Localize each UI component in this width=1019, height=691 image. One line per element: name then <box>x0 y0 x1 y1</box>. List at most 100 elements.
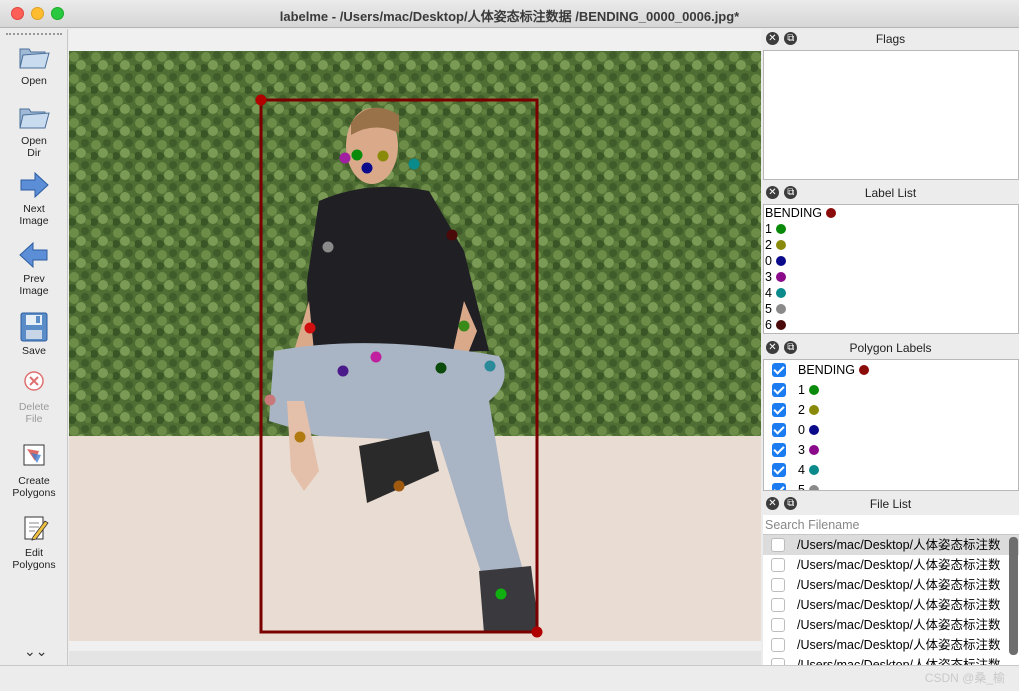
polygon-labels-list[interactable]: BENDING 1 2 0 3 4 5 <box>763 359 1019 491</box>
prev-image-button[interactable]: Prev Image <box>0 239 68 297</box>
file-list-scrollbar[interactable] <box>1009 537 1018 655</box>
dock-close-icon[interactable]: ✕ <box>766 32 779 45</box>
file-checkbox[interactable] <box>771 538 785 552</box>
keypoint-0[interactable] <box>361 162 373 174</box>
file-list-item[interactable]: /Users/mac/Desktop/人体姿态标注数 <box>763 655 1019 665</box>
polygon-label-item[interactable]: BENDING <box>764 360 1018 380</box>
polygon-color-dot-icon <box>808 425 819 435</box>
polygon-visibility-checkbox[interactable] <box>772 363 786 377</box>
polygon-visibility-checkbox[interactable] <box>772 443 786 457</box>
label-list-item[interactable]: 0 <box>764 253 1018 269</box>
app-window: labelme - /Users/mac/Desktop/人体姿态标注数据 /B… <box>0 0 1019 691</box>
polygon-label-item[interactable]: 2 <box>764 400 1018 420</box>
flags-dock-header: ✕ ⧉ Flags <box>762 29 1019 49</box>
bbox-corner-handle[interactable] <box>531 626 543 638</box>
dock-float-icon[interactable]: ⧉ <box>784 32 798 45</box>
image-canvas[interactable] <box>69 29 761 665</box>
save-button[interactable]: Save <box>0 311 68 357</box>
label-list-item-text: 1 <box>765 222 772 236</box>
folder-open-icon <box>19 48 50 69</box>
keypoint-1[interactable] <box>351 149 363 161</box>
label-list-item[interactable]: 6 <box>764 317 1018 333</box>
delete-file-button[interactable]: Delete File <box>0 367 68 425</box>
label-list-item[interactable]: 5 <box>764 301 1018 317</box>
floppy-disk-icon <box>20 312 48 342</box>
toolbar-grip[interactable] <box>6 33 62 36</box>
label-list-item[interactable]: BENDING <box>764 205 1018 221</box>
polygon-label-item[interactable]: 0 <box>764 420 1018 440</box>
file-list-item[interactable]: /Users/mac/Desktop/人体姿态标注数 <box>763 635 1019 655</box>
keypoint-4[interactable] <box>408 158 420 170</box>
polygon-visibility-checkbox[interactable] <box>772 383 786 397</box>
keypoint-10[interactable] <box>370 351 382 363</box>
polygon-color-dot-icon <box>808 445 819 455</box>
polygon-visibility-checkbox[interactable] <box>772 423 786 437</box>
file-checkbox[interactable] <box>771 618 785 632</box>
polygon-visibility-checkbox[interactable] <box>772 463 786 477</box>
file-list-item[interactable]: /Users/mac/Desktop/人体姿态标注数 <box>763 595 1019 615</box>
file-checkbox[interactable] <box>771 638 785 652</box>
label-list-item[interactable]: 1 <box>764 221 1018 237</box>
polygon-visibility-checkbox[interactable] <box>772 403 786 417</box>
label-list[interactable]: BENDING 1 2 0 3 4 5 6 <box>763 204 1019 334</box>
dock-float-icon[interactable]: ⧉ <box>784 186 798 199</box>
file-list-item[interactable]: /Users/mac/Desktop/人体姿态标注数 <box>763 555 1019 575</box>
search-filename-input[interactable] <box>763 515 1019 535</box>
label-list-item-text: 0 <box>765 254 772 268</box>
keypoint-13[interactable] <box>264 394 276 406</box>
polygon-label-text: 1 <box>798 380 819 400</box>
create-polygons-button[interactable]: Create Polygons <box>0 441 68 499</box>
dock-close-icon[interactable]: ✕ <box>766 186 779 199</box>
toolbar-more-icon[interactable]: ⌄⌄ <box>24 643 47 660</box>
annotated-photo[interactable] <box>69 51 761 641</box>
edit-polygons-button[interactable]: Edit Polygons <box>0 513 68 571</box>
label-list-item-text: 6 <box>765 318 772 332</box>
edit-label-1: Edit <box>24 547 44 559</box>
file-list-item[interactable]: /Users/mac/Desktop/人体姿态标注数 <box>763 535 1019 555</box>
polygon-visibility-checkbox[interactable] <box>772 483 786 490</box>
file-path-text: /Users/mac/Desktop/人体姿态标注数 <box>797 598 1001 612</box>
label-list-item[interactable]: 2 <box>764 237 1018 253</box>
label-color-dot-icon <box>775 256 786 266</box>
file-checkbox[interactable] <box>771 598 785 612</box>
dock-float-icon[interactable]: ⧉ <box>784 497 798 510</box>
flags-list[interactable] <box>763 50 1019 180</box>
label-list-item[interactable]: 4 <box>764 285 1018 301</box>
polygon-label-item[interactable]: 1 <box>764 380 1018 400</box>
polygon-label-item[interactable]: 5 <box>764 480 1018 490</box>
keypoint-9[interactable] <box>337 365 349 377</box>
open-dir-button[interactable]: Open Dir <box>0 101 68 159</box>
keypoint-11[interactable] <box>435 362 447 374</box>
keypoint-7[interactable] <box>304 322 316 334</box>
polygon-color-dot-icon <box>808 405 819 415</box>
open-button[interactable]: Open <box>0 41 68 87</box>
keypoint-6[interactable] <box>446 229 458 241</box>
file-checkbox[interactable] <box>771 578 785 592</box>
keypoint-8[interactable] <box>458 320 470 332</box>
keypoint-14[interactable] <box>294 431 306 443</box>
file-checkbox[interactable] <box>771 658 785 665</box>
keypoint-12[interactable] <box>484 360 496 372</box>
open-label: Open <box>21 75 47 87</box>
label-list-item[interactable]: 3 <box>764 269 1018 285</box>
keypoint-15[interactable] <box>393 480 405 492</box>
dock-close-icon[interactable]: ✕ <box>766 497 779 510</box>
bbox-corner-handle[interactable] <box>255 94 267 106</box>
file-checkbox[interactable] <box>771 558 785 572</box>
file-path-text: /Users/mac/Desktop/人体姿态标注数 <box>797 638 1001 652</box>
canvas-horizontal-scrollbar[interactable] <box>69 651 761 665</box>
dock-float-icon[interactable]: ⧉ <box>784 341 798 354</box>
next-image-button[interactable]: Next Image <box>0 169 68 227</box>
dock-close-icon[interactable]: ✕ <box>766 341 779 354</box>
keypoint-3[interactable] <box>339 152 351 164</box>
keypoint-16[interactable] <box>495 588 507 600</box>
file-list-item[interactable]: /Users/mac/Desktop/人体姿态标注数 <box>763 615 1019 635</box>
polygon-label-item[interactable]: 4 <box>764 460 1018 480</box>
keypoint-5[interactable] <box>322 241 334 253</box>
label-list-title: Label List <box>864 186 917 200</box>
polygon-label-item[interactable]: 3 <box>764 440 1018 460</box>
keypoint-2[interactable] <box>377 150 389 162</box>
file-list-item[interactable]: /Users/mac/Desktop/人体姿态标注数 <box>763 575 1019 595</box>
folder-open-icon <box>19 108 50 129</box>
file-list[interactable]: /Users/mac/Desktop/人体姿态标注数/Users/mac/Des… <box>763 535 1019 665</box>
